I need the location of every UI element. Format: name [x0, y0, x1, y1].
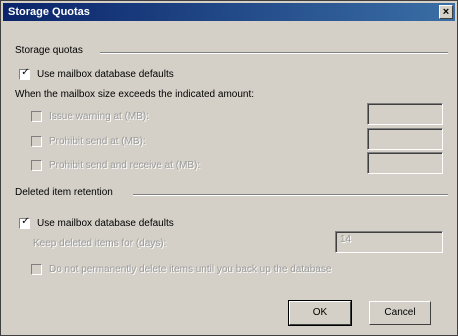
storage-use-defaults-checkbox[interactable]: ✓ — [19, 67, 30, 80]
exceeds-label: When the mailbox size exceeds the indica… — [15, 89, 255, 100]
storage-quotas-heading: Storage quotas — [15, 45, 83, 56]
dialog-body: Storage quotas ✓ Use mailbox database de… — [5, 23, 455, 333]
keep-deleted-field[interactable]: 14 — [335, 231, 443, 253]
ok-button[interactable]: OK — [288, 300, 352, 326]
storage-quotas-divider — [100, 52, 448, 54]
prohibit-send-receive-field[interactable] — [367, 152, 443, 174]
check-mark-icon: ✓ — [21, 67, 30, 78]
retention-use-defaults-label: Use mailbox database defaults — [37, 218, 174, 229]
prohibit-send-checkbox[interactable] — [31, 136, 42, 147]
prohibit-send-field[interactable] — [367, 128, 443, 150]
issue-warning-field[interactable] — [367, 103, 443, 125]
retention-use-defaults-checkbox[interactable]: ✓ — [19, 216, 30, 229]
prohibit-send-receive-checkbox[interactable] — [31, 160, 42, 171]
dialog-title: Storage Quotas — [8, 6, 90, 18]
prohibit-send-label: Prohibit send at (MB): — [49, 136, 146, 147]
dont-delete-until-backup-checkbox[interactable] — [31, 264, 42, 275]
prohibit-send-receive-label: Prohibit send and receive at (MB): — [49, 160, 201, 171]
keep-deleted-label: Keep deleted items for (days): — [33, 238, 167, 249]
deleted-retention-heading: Deleted item retention — [15, 187, 113, 198]
deleted-retention-divider — [133, 194, 448, 196]
check-mark-icon: ✓ — [21, 216, 30, 227]
issue-warning-label: Issue warning at (MB): — [49, 111, 150, 122]
title-bar[interactable]: Storage Quotas × — [3, 3, 455, 21]
storage-quotas-dialog: Storage Quotas × Storage quotas ✓ Use ma… — [0, 0, 458, 336]
storage-use-defaults-label: Use mailbox database defaults — [37, 69, 174, 80]
cancel-button[interactable]: Cancel — [369, 301, 431, 325]
close-button[interactable]: × — [439, 5, 453, 19]
issue-warning-checkbox[interactable] — [31, 111, 42, 122]
dont-delete-until-backup-label: Do not permanently delete items until yo… — [49, 264, 332, 275]
